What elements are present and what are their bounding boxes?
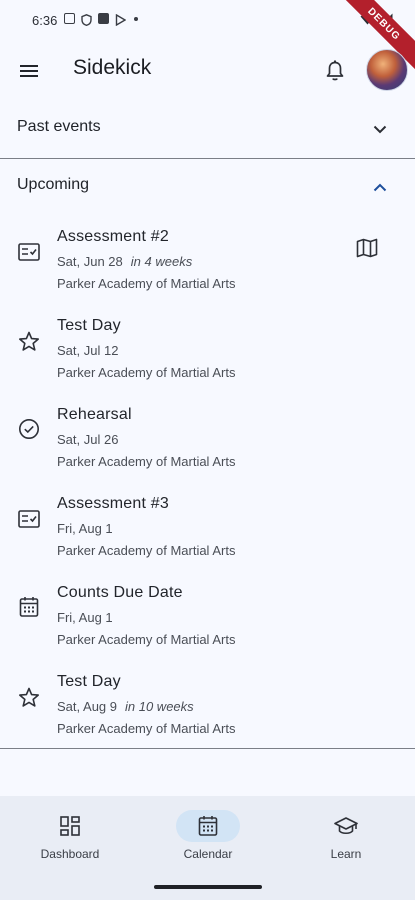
- nav-dashboard-pill: [38, 810, 102, 842]
- dashboard-icon: [60, 816, 80, 836]
- event-location: Parker Academy of Martial Arts: [57, 276, 236, 291]
- star-icon: [17, 329, 41, 353]
- avatar[interactable]: [366, 49, 408, 91]
- event-title: Assessment #3: [57, 495, 169, 512]
- event-location: Parker Academy of Martial Arts: [57, 454, 236, 469]
- status-bar: 6:36 DEBUG: [0, 0, 415, 78]
- app-notification-icon: [98, 13, 109, 24]
- nav-learn-label: Learn: [330, 847, 362, 861]
- more-notifications-dot-icon: [134, 16, 138, 21]
- map-button[interactable]: [355, 236, 379, 260]
- upcoming-label: Upcoming: [17, 176, 90, 193]
- event-item[interactable]: Rehearsal Sat, Jul 26 Parker Academy of …: [0, 406, 415, 492]
- event-location: Parker Academy of Martial Arts: [57, 365, 236, 380]
- event-date: Sat, Jul 12: [57, 343, 118, 358]
- nav-learn[interactable]: Learn: [296, 796, 396, 876]
- event-date: Sat, Jul 26: [57, 432, 118, 447]
- event-title: Rehearsal: [57, 406, 132, 423]
- notifications-button[interactable]: [320, 56, 350, 86]
- past-events-label: Past events: [17, 118, 101, 135]
- app-bar: Sidekick: [0, 40, 415, 102]
- event-title: Assessment #2: [57, 228, 169, 245]
- app-title: Sidekick: [73, 56, 152, 79]
- event-date: Sat, Aug 9 in 10 weeks: [57, 699, 194, 714]
- nav-dashboard-label: Dashboard: [40, 847, 100, 861]
- event-title: Test Day: [57, 317, 121, 334]
- calendar-icon: [198, 816, 218, 836]
- event-relative-time: in 10 weeks: [125, 699, 194, 714]
- menu-icon: [20, 65, 38, 77]
- event-location: Parker Academy of Martial Arts: [57, 721, 236, 736]
- event-title: Counts Due Date: [57, 584, 183, 601]
- event-date-text: Fri, Aug 1: [57, 610, 113, 625]
- event-date: Fri, Aug 1: [57, 521, 113, 536]
- event-date: Fri, Aug 1: [57, 610, 113, 625]
- event-date: Sat, Jun 28 in 4 weeks: [57, 254, 192, 269]
- chevron-up-icon: [371, 178, 389, 196]
- chevron-down-icon: [371, 120, 389, 138]
- event-item[interactable]: Assessment #3 Fri, Aug 1 Parker Academy …: [0, 495, 415, 581]
- play-store-notification-icon: [115, 13, 127, 27]
- upcoming-header[interactable]: Upcoming: [0, 158, 415, 216]
- status-time: 6:36: [32, 13, 58, 28]
- check-circle-icon: [17, 417, 41, 441]
- home-indicator[interactable]: [154, 885, 262, 889]
- nav-calendar-pill: [176, 810, 240, 842]
- event-date-text: Sat, Jul 26: [57, 432, 119, 447]
- event-title: Test Day: [57, 673, 121, 690]
- screenshot-notification-icon: [64, 13, 75, 24]
- event-relative-time: in 4 weeks: [130, 254, 193, 269]
- nav-calendar-label: Calendar: [183, 847, 233, 861]
- nav-calendar[interactable]: Calendar: [158, 796, 258, 876]
- event-date-text: Sat, Jun 28: [57, 254, 123, 269]
- event-date-text: Sat, Aug 9: [57, 699, 117, 714]
- checklist-icon: [17, 240, 41, 264]
- map-icon: [356, 238, 378, 258]
- event-date-text: Sat, Jul 12: [57, 343, 119, 358]
- event-item[interactable]: Test Day Sat, Jul 12 Parker Academy of M…: [0, 317, 415, 403]
- checklist-icon: [17, 507, 41, 531]
- calendar-icon: [17, 595, 41, 619]
- star-icon: [17, 685, 41, 709]
- bell-icon: [326, 60, 344, 81]
- event-item[interactable]: Counts Due Date Fri, Aug 1 Parker Academ…: [0, 584, 415, 670]
- event-item[interactable]: Assessment #2 Sat, Jun 28 in 4 weeks Park…: [0, 228, 415, 314]
- list-end-divider: [0, 748, 415, 749]
- nav-dashboard[interactable]: Dashboard: [20, 796, 120, 876]
- shield-notification-icon: [81, 13, 92, 27]
- event-item[interactable]: Test Day Sat, Aug 9 in 10 weeks Parker Ac…: [0, 673, 415, 759]
- event-location: Parker Academy of Martial Arts: [57, 632, 236, 647]
- past-events-header[interactable]: Past events: [0, 100, 415, 158]
- nav-learn-pill: [314, 810, 378, 842]
- notification-icons: [64, 13, 138, 27]
- event-location: Parker Academy of Martial Arts: [57, 543, 236, 558]
- menu-button[interactable]: [14, 56, 44, 86]
- graduation-cap-icon: [334, 817, 358, 835]
- event-date-text: Fri, Aug 1: [57, 521, 113, 536]
